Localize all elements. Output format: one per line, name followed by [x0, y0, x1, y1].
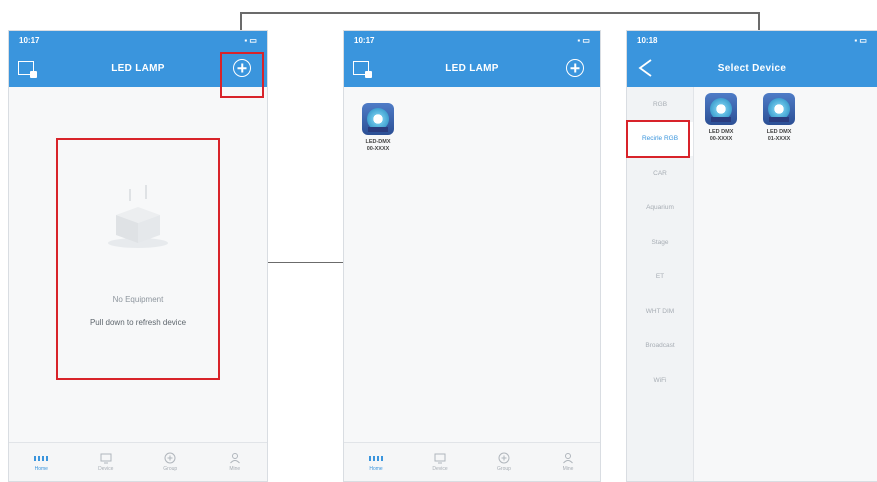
tab-device[interactable]: Device — [86, 452, 126, 472]
device-card[interactable]: LED-DMX 00-XXXX — [356, 103, 400, 153]
tab-label: Home — [34, 466, 48, 472]
battery-icon: ▪ ▭ — [854, 35, 867, 45]
page-title: LED LAMP — [445, 62, 499, 74]
tab-home[interactable]: Home — [21, 452, 61, 472]
battery-icon: ▪ ▭ — [244, 35, 257, 45]
tab-label: Device — [432, 466, 448, 472]
phone-screen-home-device: 10:17 ▪ ▭ LED LAMP LED-DMX 00-XXXX Home … — [343, 30, 601, 482]
device-id: 00-XXXX — [366, 146, 390, 152]
app-header: Select Device — [627, 49, 877, 87]
device-name: LED-DMX — [365, 139, 391, 145]
home-grid-icon — [34, 452, 49, 464]
back-arrow-icon[interactable] — [635, 58, 657, 78]
tab-label: Mine — [229, 466, 241, 472]
led-device-icon — [362, 103, 394, 135]
device-list-icon[interactable] — [15, 57, 37, 79]
led-device-icon — [705, 93, 737, 125]
tab-group[interactable]: Group — [150, 452, 190, 472]
device-name: LED DMX — [708, 129, 734, 135]
category-wht-dim[interactable]: WHT DIM — [627, 294, 693, 329]
status-bar: 10:17 ▪ ▭ — [9, 31, 267, 49]
group-icon — [497, 452, 511, 464]
tab-label: Group — [497, 466, 511, 472]
user-icon — [228, 452, 242, 464]
tab-label: Device — [98, 466, 114, 472]
led-device-icon — [763, 93, 795, 125]
device-name: LED DMX — [766, 129, 792, 135]
phone-screen-select-device: 10:18 ▪ ▭ Select Device RGB Recirle RGB … — [626, 30, 877, 482]
device-icon — [433, 452, 447, 464]
highlight-empty-area — [56, 138, 220, 380]
group-icon — [163, 452, 177, 464]
tab-group[interactable]: Group — [484, 452, 524, 472]
tab-label: Home — [369, 466, 383, 472]
battery-icon: ▪ ▭ — [577, 35, 590, 45]
category-stage[interactable]: Stage — [627, 225, 693, 260]
page-title: LED LAMP — [111, 62, 165, 74]
device-id: 00-XXXX — [709, 136, 733, 142]
connector-top-horizontal — [240, 12, 760, 14]
page-title: Select Device — [717, 62, 787, 74]
tab-device[interactable]: Device — [420, 452, 460, 472]
highlight-add-button — [220, 52, 264, 98]
device-icon — [99, 452, 113, 464]
highlight-selected-category — [626, 120, 690, 158]
status-time: 10:17 — [354, 35, 375, 45]
home-grid-icon — [369, 452, 383, 464]
category-car[interactable]: CAR — [627, 156, 693, 191]
tab-mine[interactable]: Mine — [548, 452, 588, 472]
tab-bar: Home Device Group Mine — [344, 442, 600, 481]
tab-mine[interactable]: Mine — [215, 452, 255, 472]
category-broadcast[interactable]: Broadcast — [627, 329, 693, 364]
tab-label: Mine — [562, 466, 574, 472]
status-bar: 10:17 ▪ ▭ — [344, 31, 600, 49]
status-time: 10:18 — [637, 35, 658, 45]
status-time: 10:17 — [19, 35, 40, 45]
device-option[interactable]: LED DMX 01-XXXX — [757, 93, 801, 143]
plus-icon — [566, 59, 584, 77]
category-rgb[interactable]: RGB — [627, 87, 693, 122]
tab-label: Group — [163, 466, 178, 472]
status-bar: 10:18 ▪ ▭ — [627, 31, 877, 49]
user-icon — [561, 452, 575, 464]
tab-home[interactable]: Home — [356, 452, 396, 472]
category-et[interactable]: ET — [627, 260, 693, 295]
device-id: 01-XXXX — [767, 136, 791, 142]
category-aquarium[interactable]: Aquarium — [627, 191, 693, 226]
category-wifi[interactable]: WiFi — [627, 363, 693, 398]
device-list-icon[interactable] — [350, 57, 372, 79]
device-option[interactable]: LED DMX 00-XXXX — [699, 93, 743, 143]
add-device-button[interactable] — [564, 57, 586, 79]
app-header: LED LAMP — [344, 49, 600, 87]
tab-bar: Home Device Group Mine — [9, 442, 267, 481]
